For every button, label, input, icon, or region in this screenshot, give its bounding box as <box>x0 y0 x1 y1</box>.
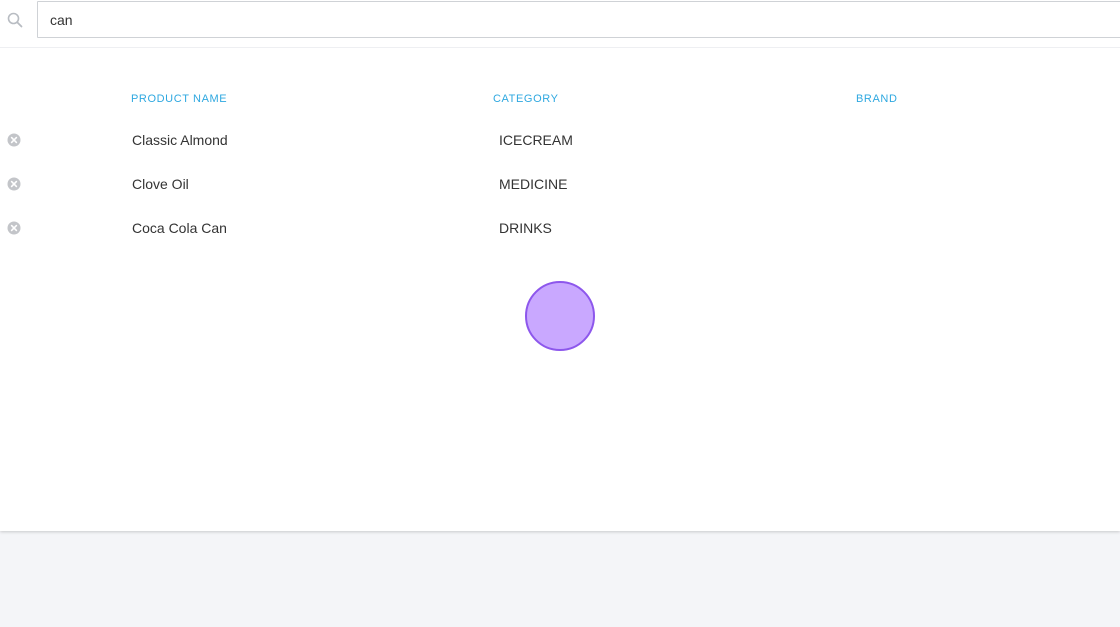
table-row: Classic Almond ICECREAM <box>0 120 1120 164</box>
column-header-product-name[interactable]: PRODUCT NAME <box>131 93 227 105</box>
touch-indicator <box>525 281 595 351</box>
results-panel: PRODUCT NAME CATEGORY BRAND Classic Almo… <box>0 0 1120 531</box>
search-icon <box>6 11 24 29</box>
column-header-brand[interactable]: BRAND <box>856 93 898 105</box>
category-cell: MEDICINE <box>499 176 568 192</box>
category-cell: ICECREAM <box>499 132 573 148</box>
table-row: Coca Cola Can DRINKS <box>0 208 1120 252</box>
table-row: Clove Oil MEDICINE <box>0 164 1120 208</box>
remove-row-icon[interactable] <box>7 221 21 235</box>
search-input[interactable] <box>37 1 1120 38</box>
remove-row-icon[interactable] <box>7 133 21 147</box>
category-cell: DRINKS <box>499 220 552 236</box>
remove-row-icon[interactable] <box>7 177 21 191</box>
search-bar <box>0 0 1120 48</box>
product-name-cell: Clove Oil <box>132 176 189 192</box>
column-header-category[interactable]: CATEGORY <box>493 93 559 105</box>
product-name-cell: Classic Almond <box>132 132 228 148</box>
product-name-cell: Coca Cola Can <box>132 220 227 236</box>
